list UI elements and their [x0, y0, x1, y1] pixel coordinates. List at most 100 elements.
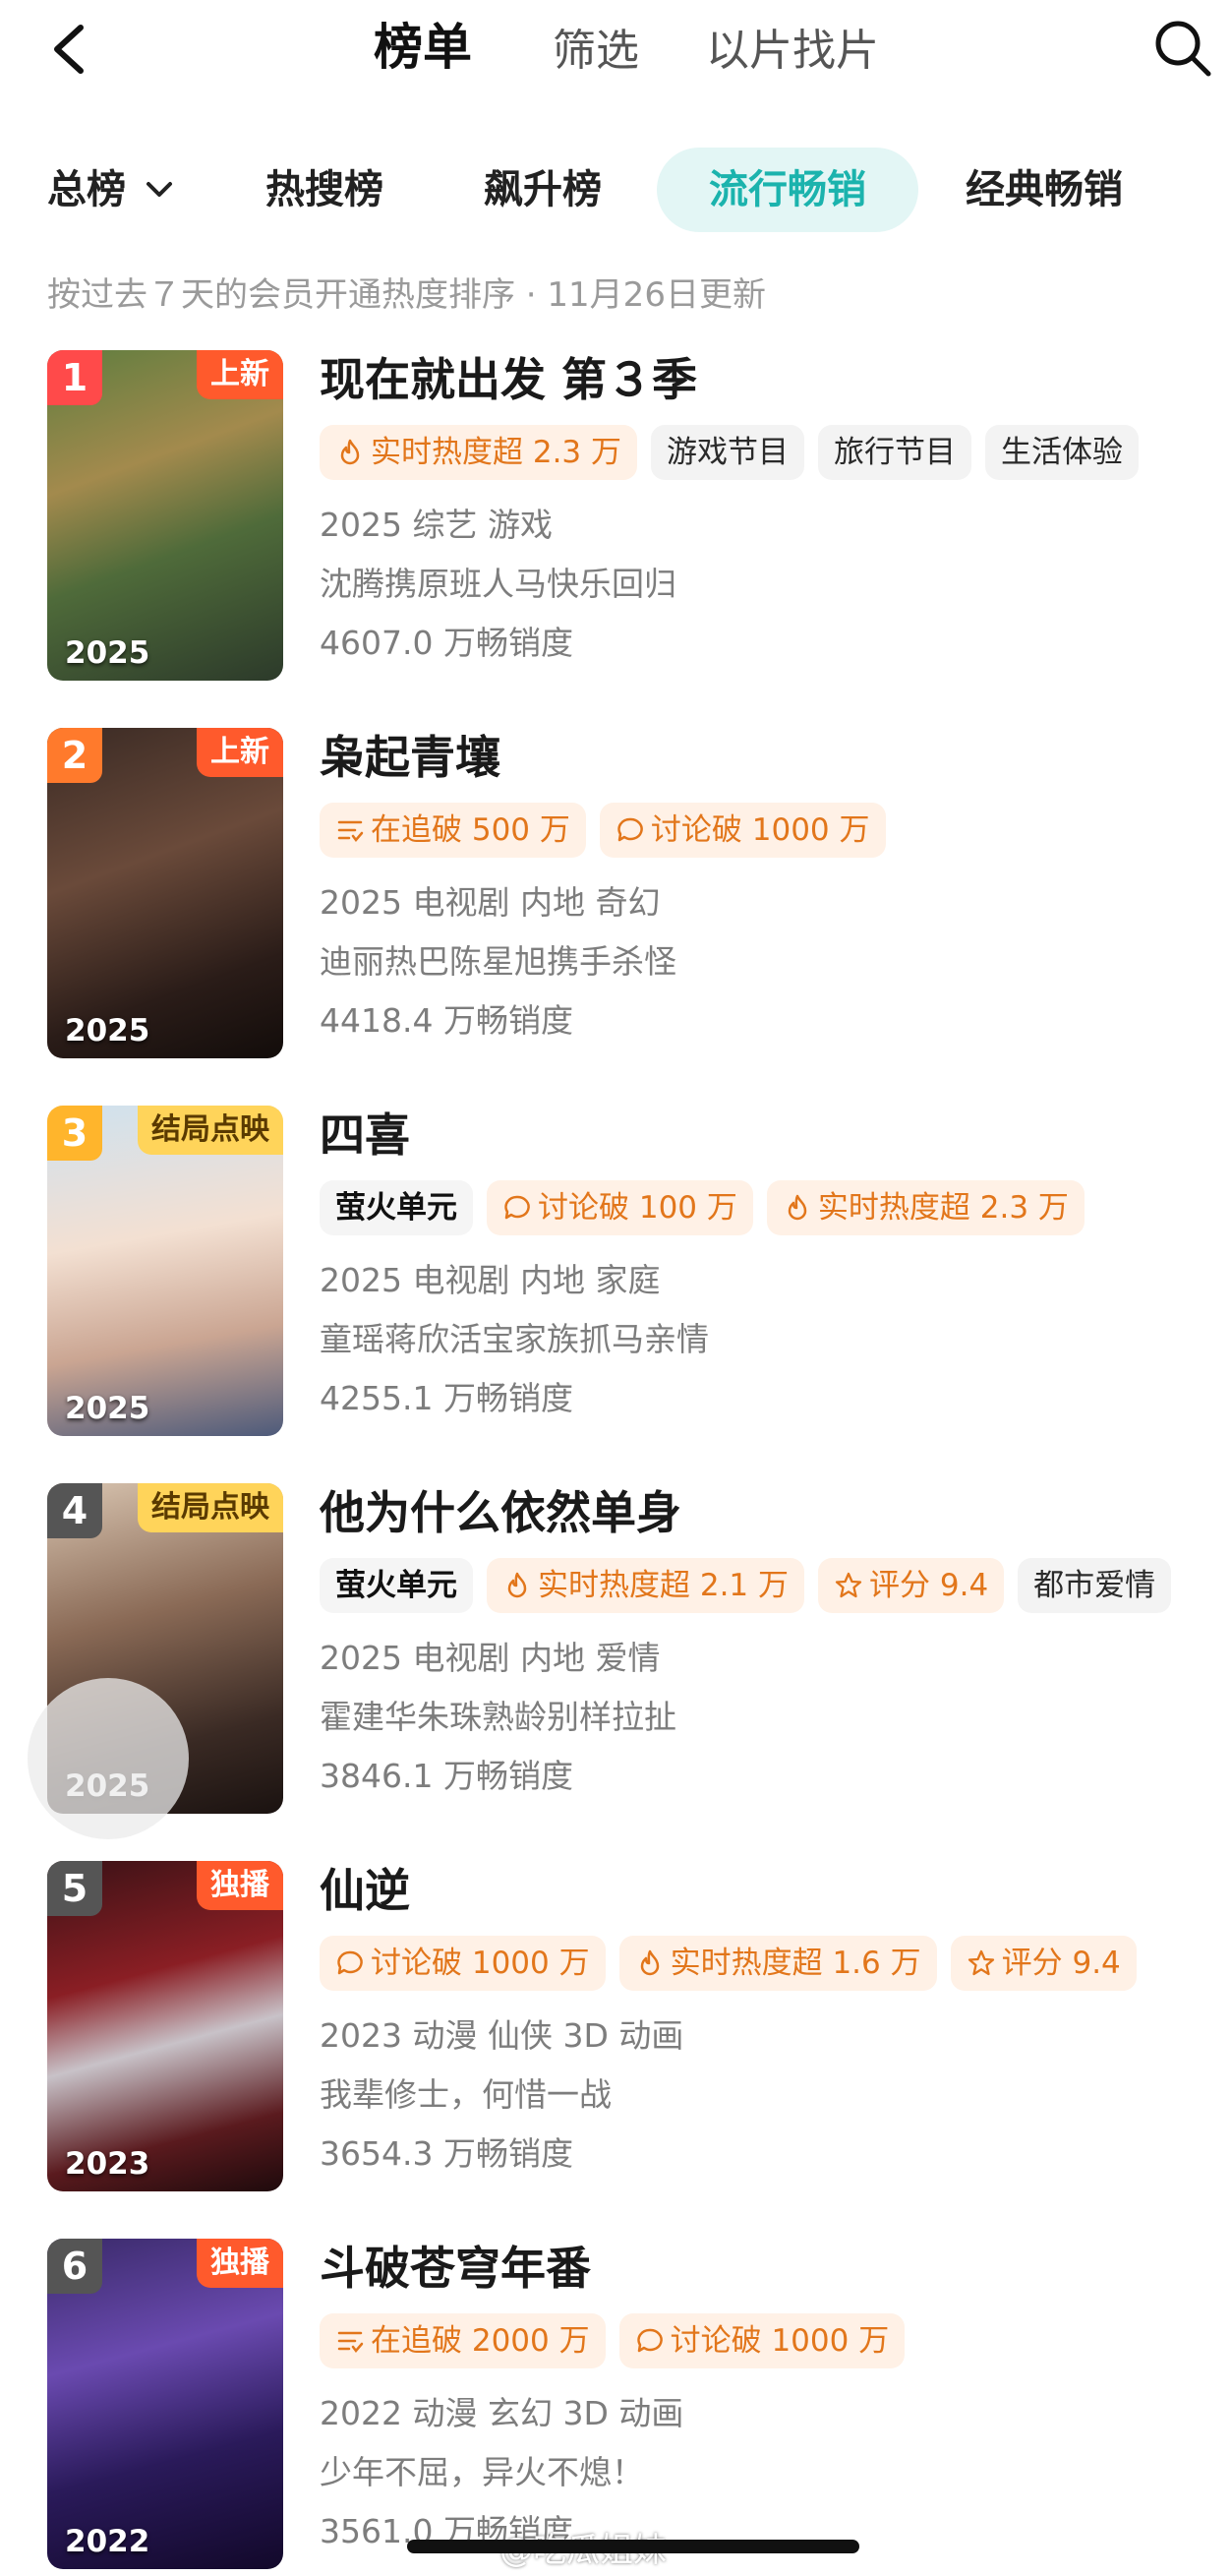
rank-badge: 6 [47, 2239, 102, 2294]
tag-text: 讨论破 100 万 [538, 1190, 737, 1226]
status-badge: 结局点映 [138, 1106, 283, 1155]
tag: 讨论破 100 万 [487, 1180, 753, 1235]
poster-image[interactable]: 6 独播 2022 [47, 2239, 283, 2569]
tag: 生活体验 [985, 425, 1140, 480]
rank-badge: 5 [47, 1861, 102, 1916]
item-tagline: 童瑶蒋欣活宝家族抓马亲情 [320, 1320, 709, 1358]
list-item[interactable]: 3 结局点映 2025 四喜 萤火单元 讨论破 100 万 实时热度超 2.3 … [0, 1106, 1232, 1440]
item-info: 2025 电视剧 内地 家庭 [320, 1261, 661, 1299]
item-title[interactable]: 斗破苍穹年番 [320, 2239, 591, 2298]
category-bar: 总榜 热搜榜 飙升榜 流行畅销 经典畅销 [0, 148, 1232, 236]
tag-row: 实时热度超 2.3 万 游戏节目 旅行节目 生活体验 [320, 425, 1152, 484]
ranking-description: 按过去７天的会员开通热度排序 · 11月26日更新 [47, 275, 766, 315]
tag: 实时热度超 2.3 万 [320, 425, 638, 480]
star-icon [835, 1572, 862, 1598]
comment-icon [617, 817, 643, 842]
status-badge: 独播 [197, 2239, 283, 2288]
rank-badge: 2 [47, 728, 102, 783]
item-sales-score: 3846.1 万畅销度 [320, 1757, 573, 1795]
tag: 讨论破 1000 万 [618, 2313, 906, 2368]
rank-badge: 3 [47, 1106, 102, 1161]
item-sales-score: 4607.0 万畅销度 [320, 624, 573, 662]
tag: 在追破 500 万 [320, 803, 586, 858]
item-sales-score: 4418.4 万畅销度 [320, 1001, 573, 1040]
tag-row: 在追破 500 万 讨论破 1000 万 [320, 803, 900, 862]
tag: 实时热度超 2.1 万 [487, 1558, 805, 1613]
tab-filter[interactable]: 筛选 [553, 22, 639, 81]
tag-row: 讨论破 1000 万 实时热度超 1.6 万 评分 9.4 [320, 1936, 1150, 1995]
poster-image[interactable]: 3 结局点映 2025 [47, 1106, 283, 1436]
item-info: 2025 综艺 游戏 [320, 506, 553, 544]
tag: 评分 9.4 [950, 1936, 1137, 1991]
item-sales-score: 3654.3 万畅销度 [320, 2134, 573, 2173]
chevron-down-icon[interactable] [146, 179, 173, 201]
list-item[interactable]: 2 上新 2025 枭起青壤 在追破 500 万 讨论破 1000 万 2025… [0, 728, 1232, 1062]
home-indicator[interactable] [407, 2540, 859, 2553]
item-info: 2025 电视剧 内地 奇幻 [320, 883, 661, 922]
item-sales-score: 4255.1 万畅销度 [320, 1379, 573, 1417]
tag-text: 讨论破 1000 万 [650, 812, 870, 848]
tag-text: 讨论破 1000 万 [670, 2323, 890, 2359]
tag: 评分 9.4 [818, 1558, 1005, 1613]
status-badge: 上新 [197, 350, 283, 399]
item-tagline: 霍建华朱珠熟龄别样拉扯 [320, 1698, 676, 1736]
status-badge: 独播 [197, 1861, 283, 1910]
item-info: 2025 电视剧 内地 爱情 [320, 1639, 661, 1677]
item-tagline: 少年不屈，异火不熄！ [320, 2453, 644, 2491]
category-classic-sellers[interactable]: 经典畅销 [966, 148, 1123, 232]
tag-text: 讨论破 1000 万 [371, 1946, 590, 1981]
tag: 实时热度超 2.3 万 [766, 1180, 1085, 1235]
tag-text: 实时热度超 1.6 万 [670, 1946, 921, 1981]
item-tagline: 迪丽热巴陈星旭携手杀怪 [320, 942, 676, 981]
poster-image[interactable]: 5 独播 2023 [47, 1861, 283, 2191]
category-hot-search[interactable]: 热搜榜 [265, 148, 383, 232]
tag: 都市爱情 [1018, 1558, 1172, 1613]
tab-ranking[interactable]: 榜单 [374, 18, 472, 77]
rank-badge: 4 [47, 1483, 102, 1538]
tag: 实时热度超 1.6 万 [618, 1936, 937, 1991]
category-label: 总榜 [47, 167, 126, 212]
search-button[interactable] [1152, 18, 1213, 79]
back-button[interactable] [47, 22, 90, 77]
comment-icon [337, 1950, 363, 1975]
category-overall[interactable]: 总榜 [47, 148, 126, 232]
tag-row: 在追破 2000 万 讨论破 1000 万 [320, 2313, 918, 2372]
poster-image[interactable]: 1 上新 2025 [47, 350, 283, 681]
item-title[interactable]: 现在就出发 第３季 [320, 350, 697, 409]
tag: 游戏节目 [651, 425, 805, 480]
tag-text: 实时热度超 2.1 万 [538, 1568, 790, 1603]
list-item[interactable]: 5 独播 2023 仙逆 讨论破 1000 万 实时热度超 1.6 万 评分 9… [0, 1861, 1232, 2195]
tag-text: 评分 9.4 [869, 1568, 989, 1603]
list-item[interactable]: 1 上新 2025 现在就出发 第３季 实时热度超 2.3 万 游戏节目 旅行节目… [0, 350, 1232, 685]
tag: 旅行节目 [818, 425, 972, 480]
poster-year: 2025 [65, 1391, 150, 1426]
item-title[interactable]: 枭起青壤 [320, 728, 500, 787]
search-icon [1155, 21, 1211, 77]
firefly-unit-logo: 萤火单元 [320, 1180, 473, 1235]
status-badge: 上新 [197, 728, 283, 777]
back-arrow-icon [54, 25, 84, 74]
tag-text: 实时热度超 2.3 万 [371, 435, 622, 470]
poster-image[interactable]: 2 上新 2025 [47, 728, 283, 1058]
list-icon [337, 2331, 364, 2353]
list-icon [337, 820, 364, 842]
poster-year: 2025 [65, 1013, 150, 1048]
tag-text: 在追破 500 万 [371, 812, 570, 848]
tag: 讨论破 1000 万 [320, 1936, 606, 1991]
item-info: 2023 动漫 仙侠 3D 动画 [320, 2016, 684, 2055]
comment-icon [504, 1195, 530, 1220]
item-title[interactable]: 仙逆 [320, 1861, 410, 1920]
tab-find-by-film[interactable]: 以片找片 [706, 22, 879, 81]
poster-year: 2023 [65, 2146, 150, 2182]
tag-text: 在追破 2000 万 [371, 2323, 590, 2359]
tag-text: 实时热度超 2.3 万 [817, 1190, 1069, 1226]
flame-icon [788, 1194, 807, 1221]
category-popular-sellers[interactable]: 流行畅销 [657, 148, 918, 232]
item-title[interactable]: 四喜 [320, 1106, 410, 1165]
top-nav: 榜单 筛选 以片找片 [0, 0, 1232, 108]
comment-icon [636, 2328, 663, 2353]
item-title[interactable]: 他为什么依然单身 [320, 1483, 681, 1542]
floating-assistive-button[interactable] [28, 1678, 189, 1839]
star-icon [968, 1949, 994, 1976]
category-rising[interactable]: 飙升榜 [484, 148, 602, 232]
